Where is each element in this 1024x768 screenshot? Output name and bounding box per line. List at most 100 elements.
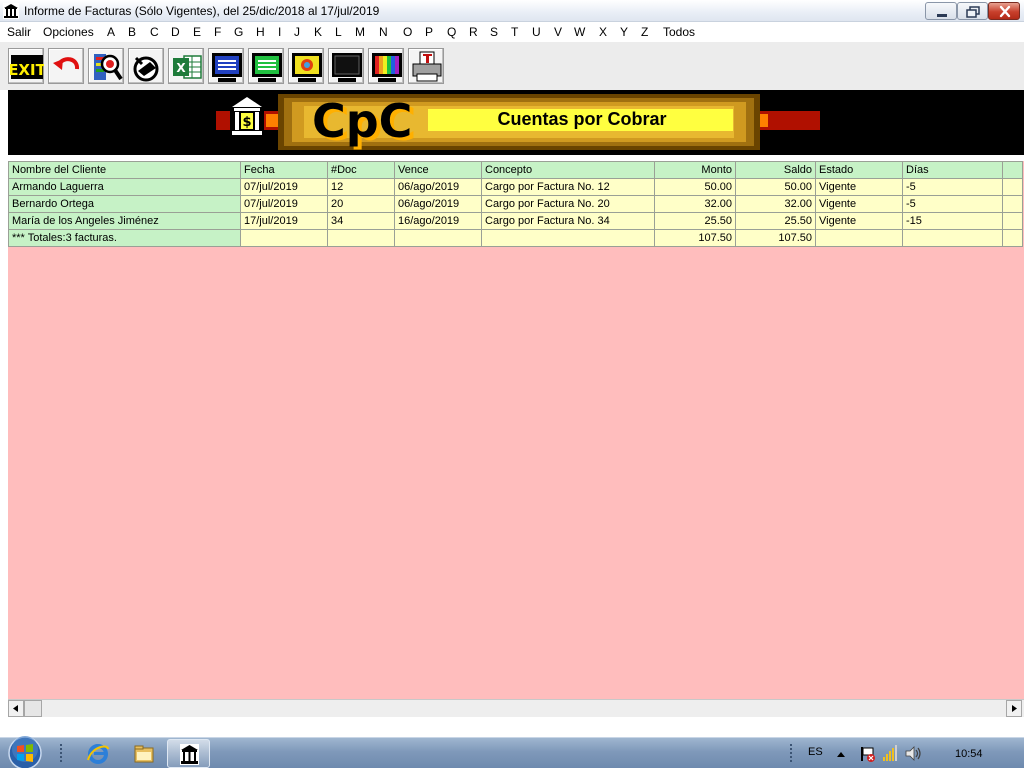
menu-opciones[interactable]: Opciones [43,25,94,39]
cell-doc[interactable]: 12 [327,178,395,196]
cell-vence[interactable]: 06/ago/2019 [394,195,482,213]
menu-letter-m[interactable]: M [355,25,365,39]
cell-monto[interactable]: 50.00 [654,178,736,196]
folder-icon[interactable] [132,740,156,767]
internet-explorer-icon[interactable] [86,740,110,767]
exit-button[interactable]: EXIT [8,48,44,84]
cell-monto[interactable]: 25.50 [654,212,736,230]
taskbar-gripper[interactable] [790,744,794,762]
cell-dias[interactable]: -5 [902,178,1003,196]
screen-color-button[interactable] [368,48,404,84]
menu-letter-h[interactable]: H [256,25,265,39]
cell-doc[interactable]: 20 [327,195,395,213]
screen-blue-button[interactable] [208,48,244,84]
clock[interactable]: 10:54 [955,748,983,760]
menu-letter-l[interactable]: L [335,25,342,39]
table-row[interactable]: María de los Angeles Jiménez 17/jul/2019… [8,212,1023,230]
col-header-concepto[interactable]: Concepto [481,161,655,179]
cell-monto[interactable]: 32.00 [654,195,736,213]
cell-empty[interactable] [481,229,655,247]
cell-cliente[interactable]: Bernardo Ortega [8,195,241,213]
menu-letter-f[interactable]: F [214,25,221,39]
col-header-dias[interactable]: Días [902,161,1003,179]
menu-letter-j[interactable]: J [294,25,300,39]
menu-letter-d[interactable]: D [171,25,180,39]
cell-saldo[interactable]: 25.50 [735,212,816,230]
scroll-right-button[interactable] [1006,700,1022,717]
print-button[interactable] [408,48,444,84]
network-signal-icon[interactable] [881,740,899,767]
menu-letter-v[interactable]: V [554,25,562,39]
menu-letter-z[interactable]: Z [641,25,648,39]
cell-saldo[interactable]: 32.00 [735,195,816,213]
taskbar-gripper[interactable] [60,744,64,762]
totals-row[interactable]: *** Totales:3 facturas. 107.50 107.50 [8,229,1023,247]
menu-letter-n[interactable]: N [379,25,388,39]
cell-fecha[interactable]: 07/jul/2019 [240,178,328,196]
cell-empty[interactable] [394,229,482,247]
show-hidden-icons-icon[interactable] [835,740,847,767]
screen-black-button[interactable] [328,48,364,84]
menu-letter-o[interactable]: O [403,25,412,39]
cell-doc[interactable]: 34 [327,212,395,230]
menu-letter-y[interactable]: Y [620,25,628,39]
volume-icon[interactable] [904,740,924,767]
cell-empty[interactable] [902,229,1003,247]
menu-letter-u[interactable]: U [532,25,541,39]
menu-letter-b[interactable]: B [128,25,136,39]
cell-empty[interactable] [815,229,903,247]
language-indicator[interactable]: ES [808,746,823,758]
total-saldo[interactable]: 107.50 [735,229,816,247]
cell-concepto[interactable]: Cargo por Factura No. 12 [481,178,655,196]
cell-cliente[interactable]: Armando Laguerra [8,178,241,196]
menu-letter-p[interactable]: P [425,25,433,39]
taskbar-app-button[interactable] [167,739,210,768]
binoculars-button[interactable] [128,48,164,84]
cell-empty[interactable] [240,229,328,247]
cell-saldo[interactable]: 50.00 [735,178,816,196]
cell-dias[interactable]: -15 [902,212,1003,230]
col-header-saldo[interactable]: Saldo [735,161,816,179]
cell-concepto[interactable]: Cargo por Factura No. 34 [481,212,655,230]
screen-green-button[interactable] [248,48,284,84]
menu-letter-c[interactable]: C [150,25,159,39]
scroll-left-button[interactable] [8,700,24,717]
menu-todos[interactable]: Todos [663,25,695,39]
cell-dias[interactable]: -5 [902,195,1003,213]
menu-letter-e[interactable]: E [193,25,201,39]
menu-letter-g[interactable]: G [234,25,243,39]
search-report-button[interactable] [88,48,124,84]
menu-letter-q[interactable]: Q [447,25,456,39]
total-monto[interactable]: 107.50 [654,229,736,247]
cell-estado[interactable]: Vigente [815,178,903,196]
menu-letter-w[interactable]: W [574,25,585,39]
col-header-estado[interactable]: Estado [815,161,903,179]
menu-letter-x[interactable]: X [599,25,607,39]
menu-letter-k[interactable]: K [314,25,322,39]
action-center-flag-icon[interactable] [858,740,876,767]
totals-label[interactable]: *** Totales:3 facturas. [8,229,241,247]
col-header-fecha[interactable]: Fecha [240,161,328,179]
horizontal-scrollbar[interactable] [8,699,1024,717]
cell-cliente[interactable]: María de los Angeles Jiménez [8,212,241,230]
cell-empty[interactable] [327,229,395,247]
menu-letter-t[interactable]: T [511,25,518,39]
menu-letter-s[interactable]: S [490,25,498,39]
title-bar[interactable]: Informe de Facturas (Sólo Vigentes), del… [0,0,1024,22]
restore-button[interactable] [957,2,988,20]
table-row[interactable]: Bernardo Ortega 07/jul/2019 20 06/ago/20… [8,195,1023,213]
cell-concepto[interactable]: Cargo por Factura No. 20 [481,195,655,213]
undo-button[interactable] [48,48,84,84]
col-header-vence[interactable]: Vence [394,161,482,179]
table-row[interactable]: Armando Laguerra 07/jul/2019 12 06/ago/2… [8,178,1023,196]
cell-estado[interactable]: Vigente [815,195,903,213]
minimize-button[interactable] [925,2,957,20]
start-button[interactable] [6,735,44,768]
menu-letter-a[interactable]: A [107,25,115,39]
cell-vence[interactable]: 16/ago/2019 [394,212,482,230]
cell-vence[interactable]: 06/ago/2019 [394,178,482,196]
menu-salir[interactable]: Salir [7,25,31,39]
excel-button[interactable]: X [168,48,204,84]
cell-estado[interactable]: Vigente [815,212,903,230]
menu-letter-r[interactable]: R [469,25,478,39]
